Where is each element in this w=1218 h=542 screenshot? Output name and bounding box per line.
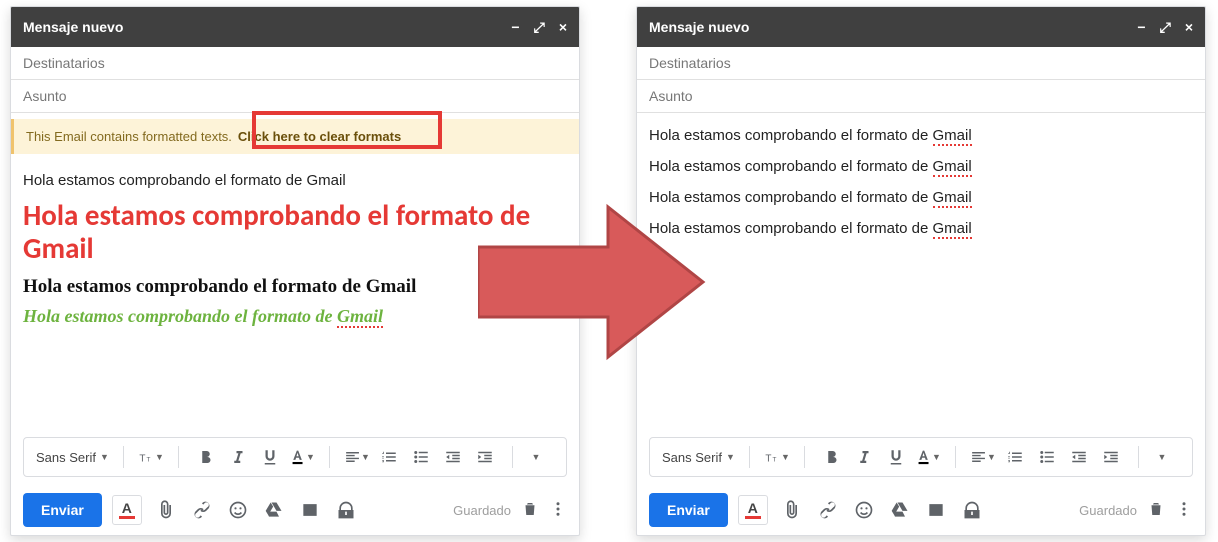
- clear-formats-link[interactable]: Click here to clear formats: [238, 129, 401, 144]
- format-toolbar: Sans Serif ▼ TT▼ ▼ ▼ ▼: [649, 437, 1193, 477]
- body-line-red-large: Hola estamos comprobando el formato de G…: [23, 199, 567, 266]
- send-button[interactable]: Enviar: [23, 493, 102, 527]
- confidential-icon[interactable]: [960, 498, 984, 522]
- expand-icon[interactable]: ⤢: [1160, 19, 1171, 36]
- formatting-toggle-icon[interactable]: A: [738, 495, 768, 525]
- indent-less-icon[interactable]: [1066, 444, 1092, 470]
- image-icon[interactable]: [298, 498, 322, 522]
- bold-icon[interactable]: [193, 444, 219, 470]
- body-line-script-green: Hola estamos comprobando el formato de G…: [23, 306, 567, 327]
- font-picker[interactable]: Sans Serif ▼: [662, 450, 735, 465]
- format-warning-banner: This Email contains formatted texts. Cli…: [11, 119, 579, 154]
- underline-icon[interactable]: [883, 444, 909, 470]
- attach-icon[interactable]: [780, 498, 804, 522]
- bold-icon[interactable]: [819, 444, 845, 470]
- format-toolbar: Sans Serif ▼ TT▼ ▼ ▼ ▼: [23, 437, 567, 477]
- formatting-toggle-icon[interactable]: A: [112, 495, 142, 525]
- delete-icon[interactable]: [521, 500, 539, 521]
- body-line-plain: Hola estamos comprobando el formato de G…: [23, 172, 567, 189]
- confidential-icon[interactable]: [334, 498, 358, 522]
- close-icon[interactable]: ×: [1185, 19, 1193, 36]
- expand-icon[interactable]: ⤢: [534, 19, 545, 36]
- close-icon[interactable]: ×: [559, 19, 567, 36]
- body-line: Hola estamos comprobando el formato de G…: [649, 220, 1193, 237]
- window-controls: − ⤢ ×: [1137, 19, 1193, 36]
- underline-icon[interactable]: [257, 444, 283, 470]
- drive-icon[interactable]: [262, 498, 286, 522]
- warning-text: This Email contains formatted texts.: [26, 129, 232, 144]
- more-menu-icon[interactable]: [549, 500, 567, 521]
- numbered-list-icon[interactable]: [1002, 444, 1028, 470]
- delete-icon[interactable]: [1147, 500, 1165, 521]
- drive-icon[interactable]: [888, 498, 912, 522]
- compose-window-right: Mensaje nuevo − ⤢ × Destinatarios Asunto…: [636, 6, 1206, 536]
- align-icon[interactable]: ▼: [970, 444, 996, 470]
- font-picker[interactable]: Sans Serif ▼: [36, 450, 109, 465]
- minimize-icon[interactable]: −: [1137, 19, 1145, 36]
- svg-text:T: T: [139, 453, 145, 464]
- italic-icon[interactable]: [851, 444, 877, 470]
- attach-icon[interactable]: [154, 498, 178, 522]
- body-line-serif-bold: Hola estamos comprobando el formato de G…: [23, 276, 567, 298]
- bulleted-list-icon[interactable]: [1034, 444, 1060, 470]
- recipients-field[interactable]: Destinatarios: [637, 47, 1205, 80]
- send-button[interactable]: Enviar: [649, 493, 728, 527]
- font-size-icon[interactable]: TT▼: [138, 444, 164, 470]
- subject-field[interactable]: Asunto: [11, 80, 579, 113]
- recipients-field[interactable]: Destinatarios: [11, 47, 579, 80]
- align-icon[interactable]: ▼: [344, 444, 370, 470]
- saved-label: Guardado: [1079, 503, 1137, 518]
- titlebar: Mensaje nuevo − ⤢ ×: [11, 7, 579, 47]
- link-icon[interactable]: [816, 498, 840, 522]
- svg-text:T: T: [772, 456, 776, 463]
- font-size-icon[interactable]: TT▼: [764, 444, 790, 470]
- window-title: Mensaje nuevo: [23, 19, 511, 35]
- indent-less-icon[interactable]: [440, 444, 466, 470]
- text-color-icon[interactable]: ▼: [915, 444, 941, 470]
- message-body[interactable]: Hola estamos comprobando el formato de G…: [11, 160, 579, 437]
- more-formatting-icon[interactable]: ▼: [1149, 444, 1175, 470]
- text-color-icon[interactable]: ▼: [289, 444, 315, 470]
- bottom-toolbar: Enviar A Guardado: [11, 485, 579, 535]
- indent-more-icon[interactable]: [1098, 444, 1124, 470]
- titlebar: Mensaje nuevo − ⤢ ×: [637, 7, 1205, 47]
- numbered-list-icon[interactable]: [376, 444, 402, 470]
- saved-label: Guardado: [453, 503, 511, 518]
- minimize-icon[interactable]: −: [511, 19, 519, 36]
- italic-icon[interactable]: [225, 444, 251, 470]
- window-title: Mensaje nuevo: [649, 19, 1137, 35]
- emoji-icon[interactable]: [852, 498, 876, 522]
- bottom-toolbar: Enviar A Guardado: [637, 485, 1205, 535]
- link-icon[interactable]: [190, 498, 214, 522]
- indent-more-icon[interactable]: [472, 444, 498, 470]
- bulleted-list-icon[interactable]: [408, 444, 434, 470]
- compose-window-left: Mensaje nuevo − ⤢ × Destinatarios Asunto…: [10, 6, 580, 536]
- window-controls: − ⤢ ×: [511, 19, 567, 36]
- image-icon[interactable]: [924, 498, 948, 522]
- emoji-icon[interactable]: [226, 498, 250, 522]
- svg-text:T: T: [146, 456, 150, 463]
- body-line: Hola estamos comprobando el formato de G…: [649, 189, 1193, 206]
- message-body[interactable]: Hola estamos comprobando el formato de G…: [637, 113, 1205, 437]
- body-line: Hola estamos comprobando el formato de G…: [649, 158, 1193, 175]
- more-menu-icon[interactable]: [1175, 500, 1193, 521]
- subject-field[interactable]: Asunto: [637, 80, 1205, 113]
- svg-text:T: T: [765, 453, 771, 464]
- body-line: Hola estamos comprobando el formato de G…: [649, 127, 1193, 144]
- more-formatting-icon[interactable]: ▼: [523, 444, 549, 470]
